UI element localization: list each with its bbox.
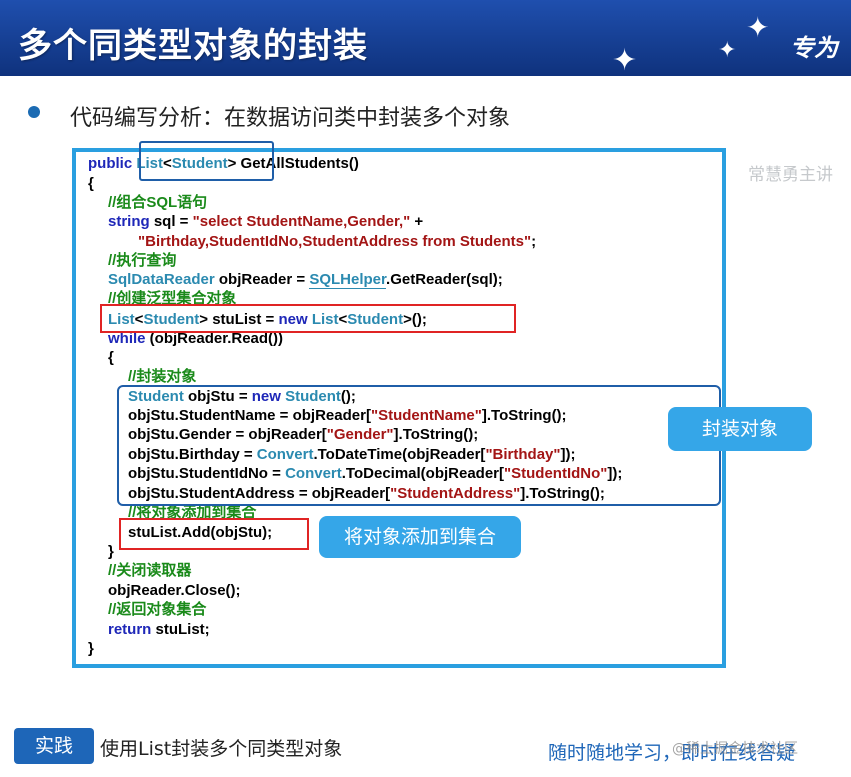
code-comment: //关闭读取器 [108,562,192,579]
code-token: stuList; [151,621,210,638]
code-comment: //组合SQL语句 [108,194,208,211]
code-token: public [88,155,137,172]
code-line: } [88,640,94,657]
code-line: objReader.Close(); [108,582,241,599]
code-token: objReader = [214,271,310,288]
code-token: SQLHelper [309,271,387,289]
add-to-list-highlight [119,518,309,550]
code-line: } [108,543,114,560]
code-line: "Birthday,StudentIdNo,StudentAddress fro… [138,233,536,251]
code-token: .GetReader(sql); [386,271,503,288]
code-token: ; [531,233,537,250]
site-watermark: @稀土掘金技术社区 [672,741,798,757]
code-line: { [108,349,114,366]
code-line: return stuList; [108,621,210,639]
practice-text: 使用List封装多个同类型对象 [100,738,343,760]
star-icon: ✦ [718,38,737,63]
practice-tag: 实践 [14,728,94,764]
code-token: sql = [149,213,193,230]
code-line: string sql = "select StudentName,Gender,… [108,213,423,231]
code-comment: //封装对象 [128,368,197,385]
code-token: return [108,621,152,638]
add-to-collection-callout: 将对象添加到集合 [319,516,521,558]
code-comment: //执行查询 [108,252,177,269]
code-token: + [410,213,424,230]
presenter-watermark: 常慧勇主讲 [748,165,833,185]
code-token: string [108,213,150,230]
slide-title: 多个同类型对象的封装 [18,26,368,66]
encapsulate-callout: 封装对象 [668,407,812,451]
section-heading: 代码编写分析：在数据访问类中封装多个对象 [70,106,511,131]
star-icon: ✦ [746,11,770,44]
title-bar: 多个同类型对象的封装 ✦ ✦ ✦ 专为 [0,0,851,76]
brand-logo: 专为 [790,33,838,62]
code-line: { [88,175,94,192]
code-comment: //返回对象集合 [108,601,207,618]
list-declaration-highlight [100,304,516,333]
return-type-highlight [139,141,274,181]
star-icon: ✦ [612,43,638,78]
encapsulation-highlight [117,385,721,506]
code-token: SqlDataReader [108,271,215,288]
code-token: "select StudentName,Gender," [192,213,411,230]
code-line: SqlDataReader objReader = SQLHelper.GetR… [108,271,503,289]
bullet-icon [28,106,40,118]
code-token: "Birthday,StudentIdNo,StudentAddress fro… [138,233,532,250]
